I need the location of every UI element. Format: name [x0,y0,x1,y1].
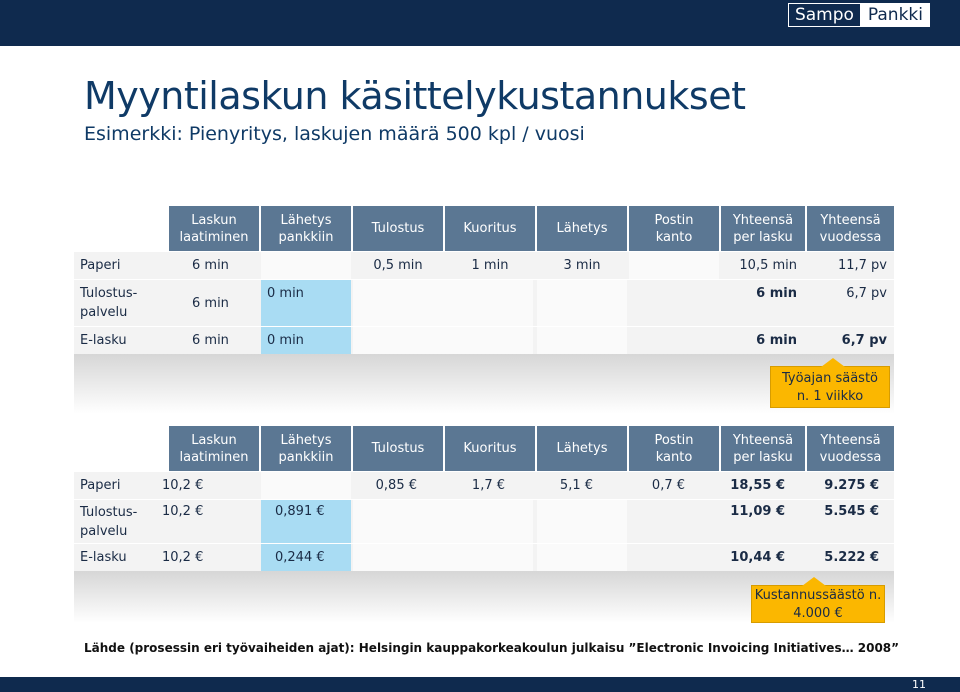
cell-lahetys: 3 min [563,258,601,273]
header-kuoritus: Kuoritus [445,206,535,251]
row-label: Paperi [80,258,121,273]
cell-lahetys-pankkiin: 0 min [261,280,351,326]
cell-tulostus [353,544,533,571]
cell-tulostus [353,500,533,543]
cell-lahetys-pankkiin: 0,891 € [261,500,351,543]
table-row: E-lasku 10,2 € 0,244 € 10,44 € 5.222 € [74,544,894,572]
cell-lahetys-pankkiin [261,252,351,279]
cell-vuodessa: 5.222 € [824,550,879,565]
row-label: Tulostus-palvelu [80,286,138,320]
callout-line2: n. 1 viikko [796,389,864,404]
cell-kuoritus: 1,7 € [471,478,505,493]
cell-tulostus [353,280,533,326]
logo-part1: Sampo [788,4,862,26]
header-postin-kanto: Postin kanto [629,426,719,471]
cell-lahetys: 5,1 € [559,478,593,493]
callout-line1: Kustannussäästö n. [754,588,882,603]
cost-saving-callout: Kustannussäästö n. 4.000 € [751,577,885,623]
header-tulostus: Tulostus [353,206,443,251]
cell-kuoritus: 1 min [471,258,509,273]
cell-lahetys [537,327,627,354]
cell-postin-kanto: 0,7 € [651,478,685,493]
header-laatiminen: Laskun laatiminen [169,206,259,251]
callout-line2: 4.000 € [793,606,843,621]
cell-laatiminen: 10,2 € [162,478,204,493]
logo-part2: Pankki [861,4,929,26]
header-laatiminen: Laskun laatiminen [169,426,259,471]
time-saving-callout: Työajan säästö n. 1 viikko [770,358,890,408]
header-lahetys: Lähetys [537,206,627,251]
table-row: Tulostus-palvelu 10,2 € 0,891 € 11,09 € … [74,500,894,544]
cell-postin-kanto [629,252,719,279]
table-row: E-lasku 6 min 0 min 6 min 6,7 pv [74,327,894,355]
cell-per-lasku: 10,5 min [739,258,797,273]
cell-laatiminen: 10,2 € [162,504,204,519]
cell-vuodessa: 6,7 pv [846,286,887,301]
callout-line1: Työajan säästö [781,371,878,386]
cell-laatiminen: 6 min [192,333,229,348]
sampo-pankki-logo: Sampo Pankki [787,3,930,27]
row-label: Paperi [80,478,121,493]
table-row: Tulostus-palvelu 6 min 0 min 6 min 6,7 p… [74,280,894,327]
cell-tulostus: 0,85 € [375,478,417,493]
header-lahetys: Lähetys [537,426,627,471]
cell-lahetys-pankkiin [261,472,351,499]
header-per-lasku: Yhteensä per lasku [721,426,805,471]
cell-per-lasku: 11,09 € [730,504,785,519]
top-bar: Sampo Pankki [0,0,960,46]
cell-lahetys [537,280,627,326]
header-kuoritus: Kuoritus [445,426,535,471]
bottom-bar: 11 [0,677,960,692]
cell-laatiminen: 10,2 € [162,550,204,565]
cell-vuodessa: 9.275 € [824,478,879,493]
header-postin-kanto: Postin kanto [629,206,719,251]
cell-vuodessa: 11,7 pv [837,258,887,273]
cell-tulostus: 0,5 min [373,258,423,273]
cell-per-lasku: 6 min [756,286,797,301]
cell-laatiminen: 6 min [192,295,229,311]
cell-per-lasku: 18,55 € [730,478,785,493]
page-subtitle: Esimerkki: Pienyritys, laskujen määrä 50… [84,123,585,145]
cell-vuodessa: 6,7 pv [841,333,887,348]
cell-vuodessa: 5.545 € [824,504,879,519]
header-lahetys-pankkiin: Lähetys pankkiin [261,426,351,471]
header-vuodessa: Yhteensä vuodessa [807,206,894,251]
cell-laatiminen: 6 min [192,258,229,273]
cell-lahetys-pankkiin: 0 min [261,327,351,354]
row-label: E-lasku [80,333,127,348]
header-per-lasku: Yhteensä per lasku [721,206,805,251]
cell-per-lasku: 10,44 € [730,550,785,565]
header-tulostus: Tulostus [353,426,443,471]
cell-lahetys-pankkiin: 0,244 € [261,544,351,571]
page-title: Myyntilaskun käsittelykustannukset [84,74,746,118]
header-lahetys-pankkiin: Lähetys pankkiin [261,206,351,251]
row-label: Tulostus-palvelu [80,504,138,539]
row-label: E-lasku [80,550,127,565]
cell-per-lasku: 6 min [756,333,797,348]
table-row: Paperi 6 min 0,5 min 1 min 3 min 10,5 mi… [74,252,894,280]
source-note: Lähde (prosessin eri työvaiheiden ajat):… [84,641,900,655]
header-vuodessa: Yhteensä vuodessa [807,426,894,471]
cell-lahetys [537,544,627,571]
cell-tulostus [353,327,533,354]
cell-lahetys [537,500,627,543]
table-row: Paperi 10,2 € 0,85 € 1,7 € 5,1 € 0,7 € 1… [74,472,894,500]
page-number: 11 [912,678,926,691]
